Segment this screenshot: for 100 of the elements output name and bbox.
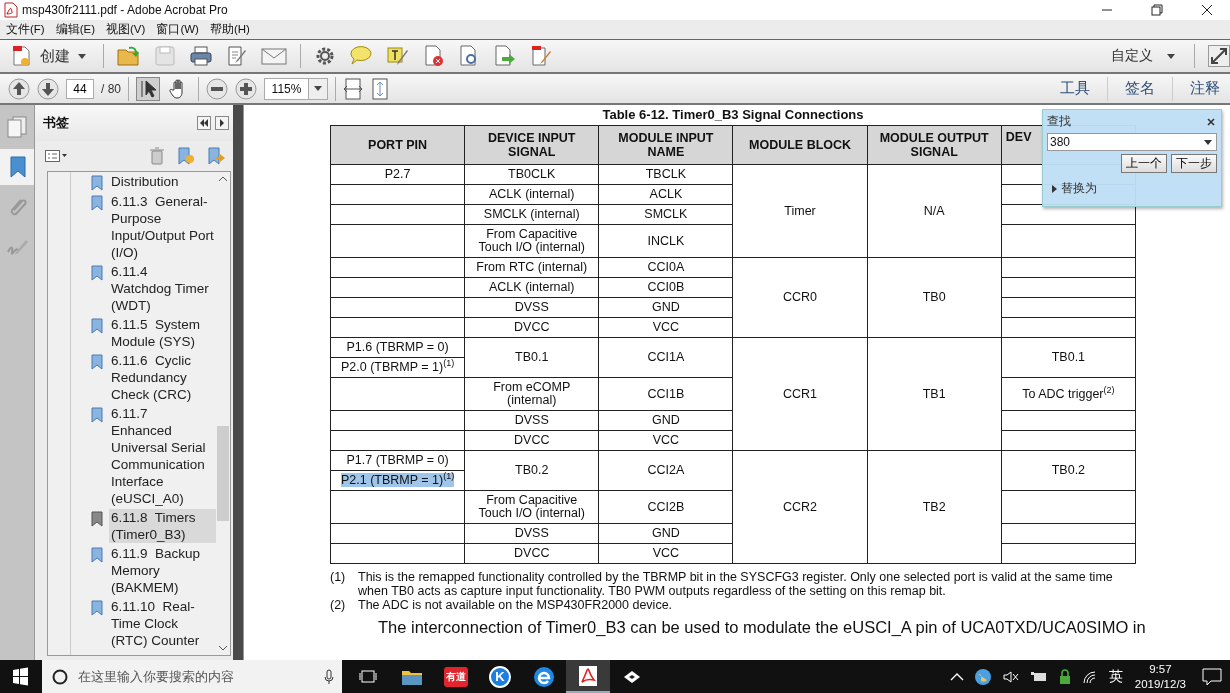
column-header: DEVICE INPUT SIGNAL bbox=[464, 125, 599, 165]
settings-icon[interactable] bbox=[314, 45, 336, 67]
table-cell: CCI0A bbox=[598, 257, 733, 278]
notification-icon[interactable] bbox=[1202, 667, 1222, 686]
pane-tab[interactable]: 签名 bbox=[1115, 79, 1165, 98]
page-number-field[interactable]: 44 bbox=[66, 78, 94, 99]
table-cell: TB2 bbox=[867, 450, 1002, 564]
padlock-icon[interactable] bbox=[1057, 668, 1072, 685]
bookmark-icon bbox=[91, 265, 103, 281]
bookmark-icon bbox=[91, 511, 103, 527]
expand-icon[interactable] bbox=[1208, 45, 1230, 67]
edit-document-icon[interactable] bbox=[226, 45, 248, 67]
circle-icon bbox=[52, 668, 68, 685]
column-header: PORT PIN bbox=[330, 125, 465, 165]
menu-item[interactable]: 视图(V) bbox=[106, 22, 146, 37]
open-folder-icon[interactable] bbox=[117, 45, 141, 67]
expand-panel-icon[interactable] bbox=[215, 116, 229, 130]
caret-icon bbox=[78, 53, 86, 59]
clock-time[interactable]: 9:57 bbox=[1149, 661, 1172, 677]
bookmark-item[interactable]: 6.11.5 System Module (SYS) bbox=[109, 316, 216, 350]
document-star-icon bbox=[12, 45, 32, 67]
new-bookmark-icon[interactable] bbox=[177, 147, 195, 165]
table-cell: TB0.1 bbox=[464, 337, 599, 378]
delete-page-icon[interactable] bbox=[423, 45, 445, 67]
pdf-swirl-icon bbox=[578, 664, 598, 687]
panel-title: 书签 bbox=[43, 114, 69, 132]
battery-plug-icon[interactable] bbox=[1029, 669, 1048, 684]
caret-icon bbox=[1167, 53, 1175, 59]
page-count: / 80 bbox=[101, 81, 121, 96]
caret-icon bbox=[1204, 139, 1212, 145]
menu-item[interactable]: 编辑(E) bbox=[55, 22, 96, 37]
bookmark-item[interactable]: 6.11.7 Enhanced Universal Serial Communication Interface (eUSCI_A0) bbox=[109, 405, 216, 507]
bookmark-item[interactable]: 6.11.9 Backup Memory (BAKMEM) bbox=[109, 545, 216, 596]
bookmark-item[interactable]: 6.11.8 Timers (Timer0_B3) bbox=[109, 509, 216, 543]
collapse-icon[interactable] bbox=[197, 116, 211, 130]
input-language[interactable]: 英 bbox=[1108, 667, 1123, 686]
find-button[interactable]: 下一步 bbox=[1171, 154, 1217, 173]
footnote-mark: (2) bbox=[330, 598, 347, 612]
next-page-icon[interactable] bbox=[37, 77, 59, 100]
footnote-text: This is the remapped functionality controlled by the TBRMP bit in the SYSCFG3 register. Only one selected port is valid at the same time when TB0 acts as capture input functionality. TB0 PWM outputs regardless of the setting on this remap bit. bbox=[358, 570, 1114, 598]
create-button[interactable]: 创建 bbox=[8, 45, 90, 67]
replace-toggle[interactable]: 替换为 bbox=[1047, 180, 1097, 197]
bookmark-item[interactable]: 6.11.4 Watchdog Timer (WDT) bbox=[109, 263, 216, 314]
find-button[interactable]: 上一个 bbox=[1121, 154, 1167, 173]
table-cell: TB0.1 bbox=[1001, 337, 1136, 378]
bookmark-item[interactable]: Distribution bbox=[109, 173, 216, 190]
zoom-dropdown[interactable]: 115% bbox=[264, 77, 328, 100]
table-cell: From Capacitive Touch I/O (internal) bbox=[464, 224, 599, 258]
scroll-up-icon[interactable] bbox=[218, 176, 228, 182]
close-icon[interactable] bbox=[1207, 117, 1215, 126]
table-cell: From RTC (internal) bbox=[464, 257, 599, 278]
envelope-icon[interactable] bbox=[261, 46, 287, 66]
menu-item[interactable]: 窗口(W) bbox=[156, 22, 199, 37]
bookmark-arrow-icon[interactable] bbox=[207, 147, 225, 165]
caret-icon bbox=[314, 86, 322, 91]
bookmark-icon bbox=[91, 195, 103, 211]
menu-item[interactable]: 文件(F) bbox=[6, 22, 45, 37]
text-pen-icon[interactable] bbox=[386, 45, 410, 67]
export-document-icon[interactable] bbox=[493, 45, 517, 67]
pane-tab[interactable]: 工具 bbox=[1050, 79, 1100, 98]
table-cell: P1.6 (TBRMP = 0) bbox=[330, 337, 465, 358]
table-cell: DVSS bbox=[464, 297, 599, 318]
options-icon[interactable] bbox=[45, 150, 67, 162]
table-cell: DVCC bbox=[464, 543, 599, 564]
search-field[interactable]: 在这里输入你要搜索的内容 bbox=[42, 660, 342, 693]
zoom-out-icon[interactable] bbox=[206, 77, 228, 100]
table-cell: DVCC bbox=[464, 430, 599, 451]
pane-tab[interactable]: 注释 bbox=[1180, 79, 1230, 98]
bookmark-item[interactable]: 6.11.3 General-Purpose Input/Output Port (I/O) bbox=[109, 193, 216, 261]
table-cell: CCR0 bbox=[732, 257, 868, 338]
speech-bubble-icon[interactable] bbox=[349, 45, 373, 67]
fit-width-icon[interactable] bbox=[343, 77, 363, 100]
bookmark-icon[interactable] bbox=[8, 156, 27, 178]
fit-page-icon[interactable] bbox=[370, 77, 390, 100]
bookmark-item[interactable]: 6.11.10 Real-Time Clock (RTC) Counter bbox=[109, 598, 216, 649]
clock-date[interactable]: 2019/12/3 bbox=[1134, 676, 1186, 692]
taskbar-app[interactable]: 有道 bbox=[434, 660, 478, 693]
table-cell: TB0.2 bbox=[464, 450, 599, 491]
table-cell: From eCOMP (internal) bbox=[464, 377, 599, 411]
menu-item[interactable]: 帮助(H) bbox=[209, 22, 250, 37]
customize-dropdown[interactable]: 自定义 bbox=[1105, 47, 1181, 65]
form-edit-icon[interactable] bbox=[530, 45, 552, 67]
scroll-thumb[interactable] bbox=[217, 426, 229, 521]
table-cell: CCR1 bbox=[732, 337, 868, 451]
printer-icon[interactable] bbox=[189, 45, 213, 67]
taskbar-app[interactable]: K bbox=[478, 660, 522, 693]
speaker-muted-icon[interactable] bbox=[1001, 669, 1020, 684]
chevron-up-icon[interactable] bbox=[949, 671, 964, 682]
wifi-icon[interactable] bbox=[1081, 669, 1098, 684]
bookmark-item[interactable]: 6.11.6 Cyclic Redundancy Check (CRC) bbox=[109, 352, 216, 403]
restore-icon[interactable] bbox=[1150, 3, 1164, 17]
search-field[interactable]: 380 bbox=[1047, 133, 1217, 151]
table-cell: TB0 bbox=[867, 257, 1002, 338]
taskbar-app[interactable] bbox=[566, 660, 610, 693]
table-title: Table 6-12. Timer0_B3 Signal Connections bbox=[602, 106, 864, 124]
previous-page-icon[interactable] bbox=[8, 77, 30, 100]
close-icon[interactable] bbox=[1200, 3, 1214, 17]
zoom-in-icon[interactable] bbox=[235, 77, 257, 100]
table-cell: CCI2A bbox=[598, 450, 733, 491]
scroll-down-icon[interactable] bbox=[218, 645, 228, 651]
